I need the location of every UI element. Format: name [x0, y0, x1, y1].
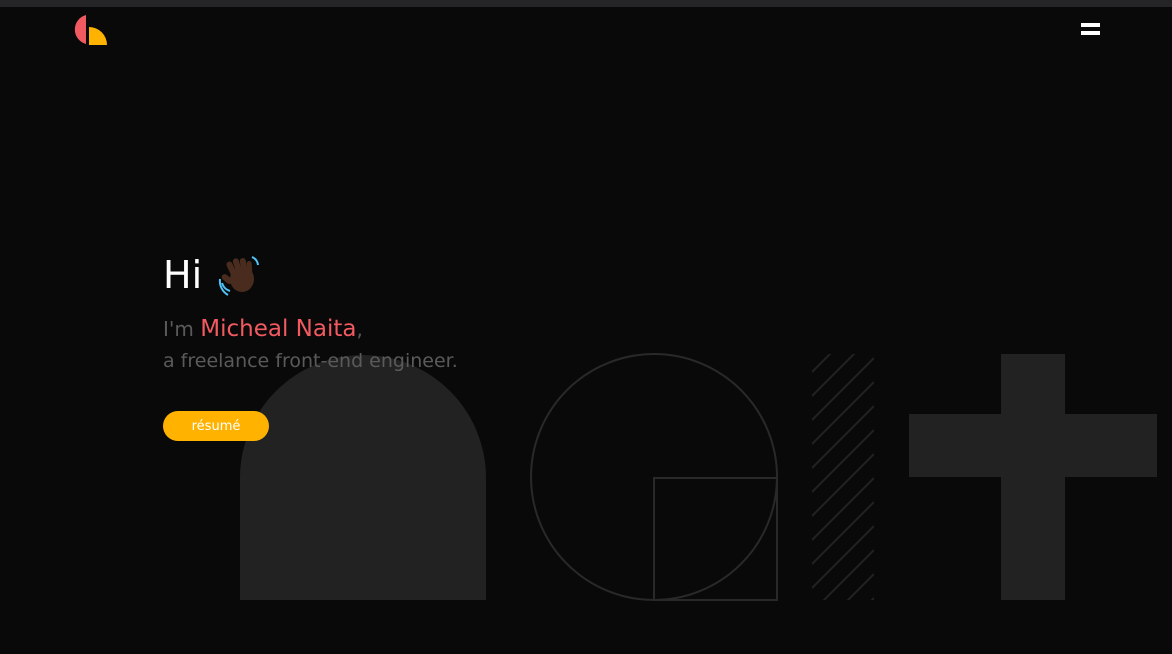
- hero-section: Hi I'm Micheal Naita, a freelance front-…: [163, 250, 458, 378]
- menu-line: [1081, 31, 1100, 35]
- intro-line: I'm Micheal Naita,: [163, 314, 458, 344]
- author-name: Micheal Naita: [200, 316, 357, 342]
- greeting-heading: Hi: [163, 250, 458, 300]
- arch-shape: [240, 355, 486, 600]
- half-circle-logo-icon[interactable]: [74, 14, 108, 46]
- resume-button[interactable]: résumé: [163, 411, 269, 441]
- hamburger-menu-icon[interactable]: [1079, 21, 1103, 41]
- greeting-text: Hi: [163, 253, 203, 297]
- plus-shape: [909, 354, 1157, 600]
- intro-suffix: ,: [356, 317, 363, 341]
- square-outline-shape: [653, 477, 778, 601]
- page: Hi I'm Micheal Naita, a freelance front-…: [0, 0, 1172, 654]
- subtitle: a freelance front-end engineer.: [163, 350, 458, 372]
- diagonal-stripes-shape: [812, 354, 874, 600]
- intro-prefix: I'm: [163, 317, 201, 341]
- menu-line: [1081, 23, 1100, 27]
- waving-hand-icon: [219, 256, 260, 296]
